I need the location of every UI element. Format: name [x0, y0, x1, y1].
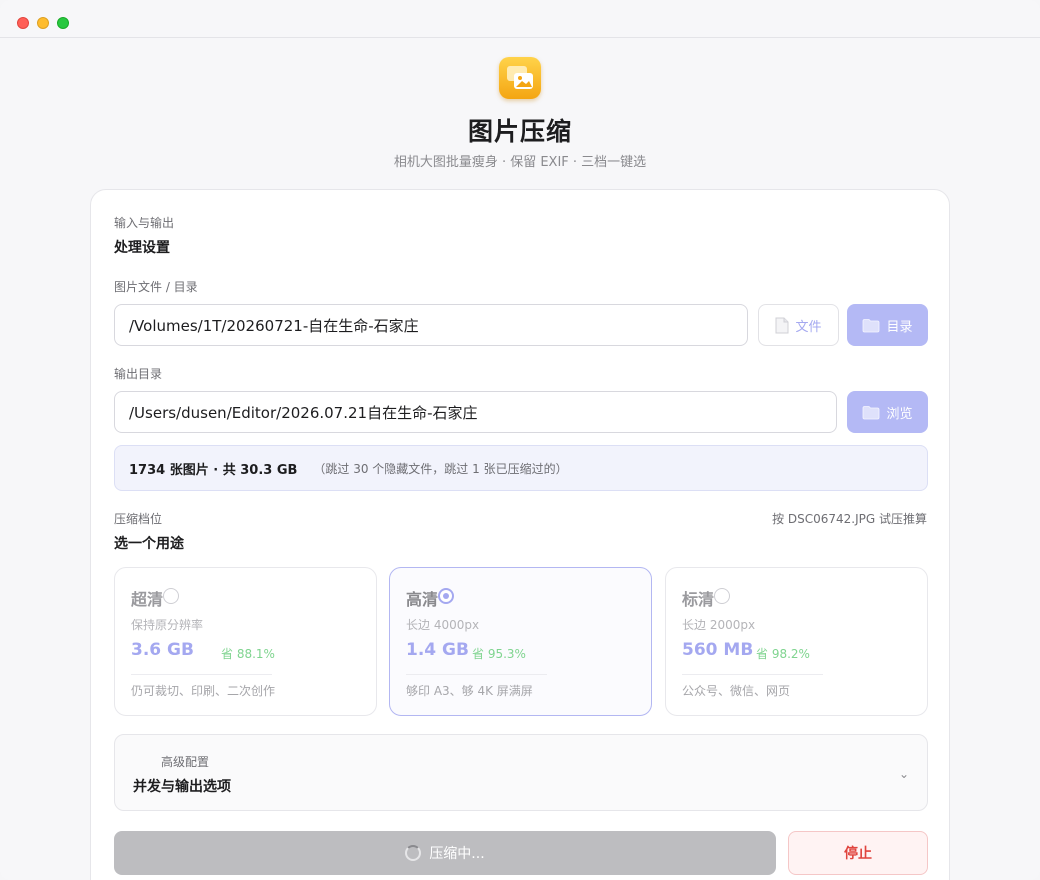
tier-name: 标清	[682, 590, 715, 609]
browse-output-label: 浏览	[886, 406, 913, 422]
source-path-input[interactable]: /Volumes/1T/20260721-自在生命-石家庄	[114, 304, 748, 346]
app-subtitle: 相机大图批量瘦身 · 保留 EXIF · 三档一键选	[393, 155, 647, 170]
scan-summary-main: 1734 张图片 · 共 30.3 GB	[129, 462, 298, 478]
tier-card-ultra[interactable]: 超清 保持原分辨率 3.6 GB 省 88.1% 仍可裁切、印刷、二次创作	[114, 567, 377, 716]
tier-description: 长边 2000px	[682, 618, 756, 632]
browse-output-button[interactable]: 浏览	[847, 391, 928, 433]
tier-divider	[682, 674, 823, 675]
pick-directory-button[interactable]: 目录	[847, 304, 928, 346]
output-label: 输出目录	[114, 367, 163, 381]
chevron-down-icon: ⌄	[898, 767, 909, 781]
window-minimize-button[interactable]	[37, 17, 49, 29]
compression-section-title: 选一个用途	[114, 536, 184, 552]
tier-savings: 省 88.1%	[221, 647, 275, 661]
io-section-title: 处理设置	[114, 240, 170, 256]
app-window: 图片压缩 相机大图批量瘦身 · 保留 EXIF · 三档一键选 输入与输出 处理…	[0, 0, 1040, 880]
scan-summary-bar: 1734 张图片 · 共 30.3 GB （跳过 30 个隐藏文件，跳过 1 张…	[114, 445, 928, 491]
tier-savings: 省 98.2%	[756, 647, 810, 661]
app-title: 图片压缩	[467, 117, 572, 146]
tier-use-case: 仍可裁切、印刷、二次创作	[131, 684, 276, 698]
folder-icon	[863, 318, 880, 332]
output-path-value: /Users/dusen/Editor/2026.07.21自在生命-石家庄	[129, 403, 478, 422]
advanced-title: 并发与输出选项	[133, 779, 231, 795]
tier-description: 长边 4000px	[406, 618, 480, 632]
folder-icon	[863, 405, 880, 419]
tier-estimated-size: 1.4 GB	[406, 640, 469, 660]
estimate-note: 按 DSC06742.JPG 试压推算	[772, 512, 927, 526]
window-close-button[interactable]	[17, 17, 29, 29]
tier-card-standard[interactable]: 标清 长边 2000px 560 MB 省 98.2% 公众号、微信、网页	[665, 567, 928, 716]
tier-use-case: 够印 A3、够 4K 屏满屏	[406, 684, 533, 698]
tier-divider	[131, 674, 272, 675]
tier-name: 超清	[131, 590, 164, 609]
io-section-kicker: 输入与输出	[114, 216, 175, 230]
tier-savings: 省 95.3%	[472, 647, 526, 661]
tier-radio-high[interactable]	[438, 588, 454, 604]
pick-file-button[interactable]: 文件	[758, 304, 839, 346]
pick-file-label: 文件	[795, 319, 822, 335]
tier-radio-standard[interactable]	[714, 588, 730, 604]
source-label: 图片文件 / 目录	[114, 280, 198, 294]
spinner-icon	[405, 845, 422, 861]
tier-name: 高清	[406, 590, 439, 609]
title-bar	[0, 0, 1040, 38]
window-zoom-button[interactable]	[57, 17, 69, 29]
advanced-config-disclosure[interactable]: 高级配置 并发与输出选项 ⌄	[114, 734, 928, 811]
settings-card: 输入与输出 处理设置 图片文件 / 目录 /Volumes/1T/2026072…	[90, 189, 950, 880]
compress-progress-button[interactable]: 压缩中...	[114, 831, 776, 875]
tier-radio-ultra[interactable]	[163, 588, 179, 604]
scan-summary-note: （跳过 30 个隐藏文件，跳过 1 张已压缩过的）	[313, 461, 568, 476]
pick-directory-label: 目录	[886, 319, 913, 335]
tier-estimated-size: 3.6 GB	[131, 640, 194, 660]
stop-label: 停止	[844, 846, 872, 862]
compression-section-kicker: 压缩档位	[114, 512, 163, 526]
tier-estimated-size: 560 MB	[682, 640, 754, 660]
compress-progress-label: 压缩中...	[429, 846, 485, 862]
tier-card-high[interactable]: 高清 长边 4000px 1.4 GB 省 95.3% 够印 A3、够 4K 屏…	[389, 567, 652, 716]
document-icon	[775, 317, 789, 333]
stop-button[interactable]: 停止	[788, 831, 928, 875]
photo-stack-icon	[499, 57, 541, 99]
tier-use-case: 公众号、微信、网页	[682, 684, 791, 698]
output-path-input[interactable]: /Users/dusen/Editor/2026.07.21自在生命-石家庄	[114, 391, 837, 433]
tier-divider	[406, 674, 547, 675]
advanced-kicker: 高级配置	[161, 755, 210, 769]
source-path-value: /Volumes/1T/20260721-自在生命-石家庄	[129, 316, 419, 335]
tier-description: 保持原分辨率	[131, 618, 204, 632]
